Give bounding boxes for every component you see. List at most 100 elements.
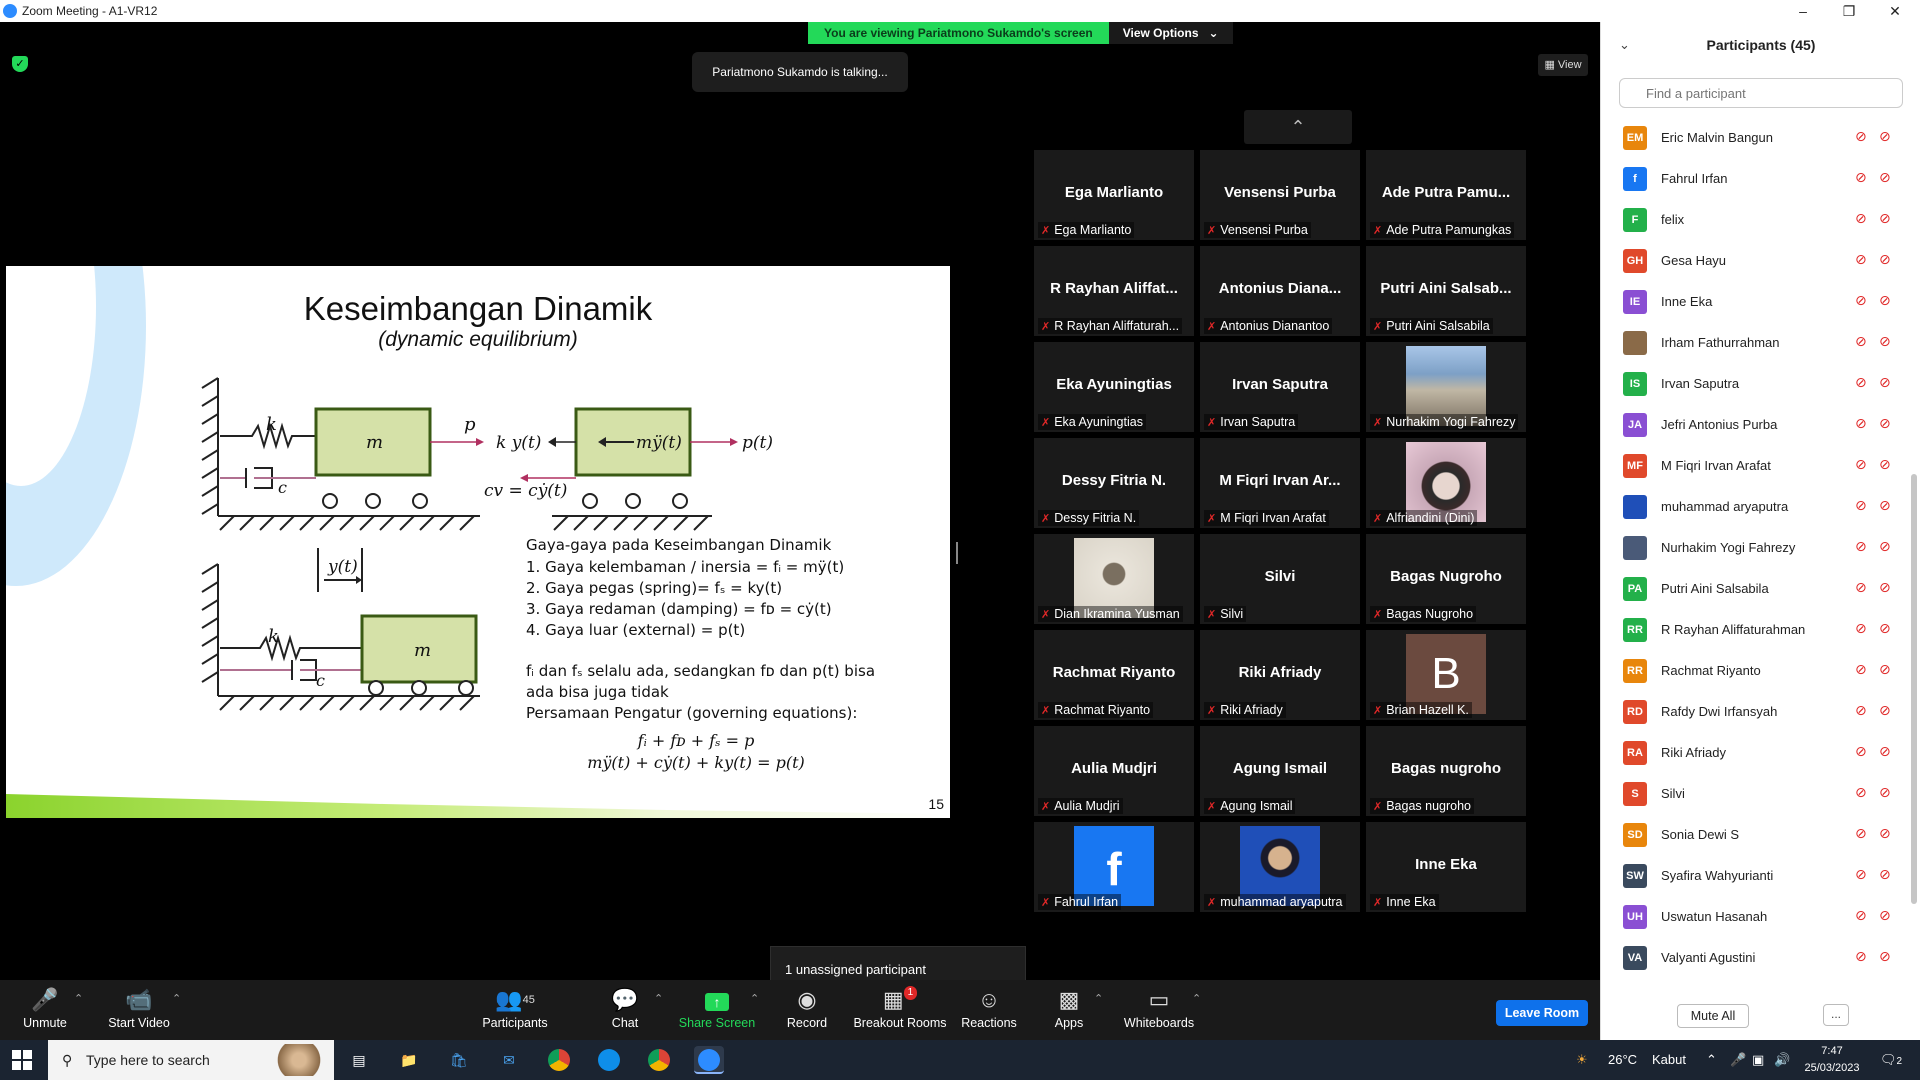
participant-row[interactable]: RA Riki Afriady ⊘ ⊘ [1601, 733, 1911, 774]
mic-muted-icon[interactable]: ⊘ [1855, 538, 1867, 555]
video-tile[interactable]: Bagas Nugroho ✗ Bagas Nugroho [1366, 534, 1526, 624]
breakout-rooms-button[interactable]: ▦ 1 Breakout Rooms [852, 986, 948, 1030]
video-tile[interactable]: ✗ muhammad aryaputra [1200, 822, 1360, 912]
video-tile[interactable]: Ade Putra Pamu... ✗ Ade Putra Pamungkas [1366, 150, 1526, 240]
mic-muted-icon[interactable]: ⊘ [1855, 497, 1867, 514]
participants-button[interactable]: 👥45 Participants [470, 986, 560, 1030]
participant-row[interactable]: GH Gesa Hayu ⊘ ⊘ [1601, 241, 1911, 282]
participant-row[interactable]: JA Jefri Antonius Purba ⊘ ⊘ [1601, 405, 1911, 446]
mic-muted-icon[interactable]: ⊘ [1855, 948, 1867, 965]
participant-row[interactable]: Irham Fathurrahman ⊘ ⊘ [1601, 323, 1911, 364]
file-explorer-icon[interactable]: 📁 [394, 1046, 424, 1074]
video-off-icon[interactable]: ⊘ [1879, 538, 1891, 555]
mic-muted-icon[interactable]: ⊘ [1855, 784, 1867, 801]
split-resize-handle[interactable] [956, 542, 958, 564]
scroll-up-button[interactable]: ⌃ [1244, 110, 1352, 144]
participant-row[interactable]: Nurhakim Yogi Fahrezy ⊘ ⊘ [1601, 528, 1911, 569]
view-button[interactable]: ▦ View [1538, 54, 1588, 76]
mic-muted-icon[interactable]: ⊘ [1855, 251, 1867, 268]
whiteboards-button[interactable]: ▭ Whiteboards [1114, 986, 1204, 1030]
video-off-icon[interactable]: ⊘ [1879, 825, 1891, 842]
video-off-icon[interactable]: ⊘ [1879, 128, 1891, 145]
teamviewer-icon[interactable] [594, 1046, 624, 1074]
video-tile[interactable]: Inne Eka ✗ Inne Eka [1366, 822, 1526, 912]
participant-row[interactable]: SD Sonia Dewi S ⊘ ⊘ [1601, 815, 1911, 856]
participant-row[interactable]: RD Rafdy Dwi Irfansyah ⊘ ⊘ [1601, 692, 1911, 733]
video-tile[interactable]: Putri Aini Salsab... ✗ Putri Aini Salsabil… [1366, 246, 1526, 336]
participant-row[interactable]: MF M Fiqri Irvan Arafat ⊘ ⊘ [1601, 446, 1911, 487]
mic-muted-icon[interactable]: ⊘ [1855, 374, 1867, 391]
video-off-icon[interactable]: ⊘ [1879, 456, 1891, 473]
video-off-icon[interactable]: ⊘ [1879, 579, 1891, 596]
video-off-icon[interactable]: ⊘ [1879, 866, 1891, 883]
participant-row[interactable]: Ffelix ⊘ ⊘ [1601, 200, 1911, 241]
video-tile[interactable]: Eka Ayuningtias ✗ Eka Ayuningtias [1034, 342, 1194, 432]
taskbar-clock[interactable]: 7:47 25/03/2023 [1800, 1043, 1864, 1077]
video-tile[interactable]: Rachmat Riyanto ✗ Rachmat Riyanto [1034, 630, 1194, 720]
whiteboards-options-caret[interactable]: ⌃ [1192, 992, 1201, 1005]
view-options-button[interactable]: View Options ⌄ [1108, 22, 1233, 44]
video-off-icon[interactable]: ⊘ [1879, 620, 1891, 637]
mic-muted-icon[interactable]: ⊘ [1855, 333, 1867, 350]
weather-description[interactable]: Kabut [1652, 1040, 1686, 1080]
participant-row[interactable]: IE Inne Eka ⊘ ⊘ [1601, 282, 1911, 323]
share-options-caret[interactable]: ⌃ [750, 992, 759, 1005]
video-tile[interactable]: Bagas nugroho ✗ Bagas nugroho [1366, 726, 1526, 816]
video-off-icon[interactable]: ⊘ [1879, 948, 1891, 965]
close-button[interactable]: ✕ [1872, 0, 1918, 22]
mic-muted-icon[interactable]: ⊘ [1855, 456, 1867, 473]
tray-overflow-chevron-icon[interactable]: ⌃ [1706, 1040, 1717, 1080]
mic-muted-icon[interactable]: ⊘ [1855, 169, 1867, 186]
apps-options-caret[interactable]: ⌃ [1094, 992, 1103, 1005]
video-off-icon[interactable]: ⊘ [1879, 702, 1891, 719]
encryption-shield-icon[interactable]: ✓ [12, 56, 28, 72]
participant-row[interactable]: S Silvi ⊘ ⊘ [1601, 774, 1911, 815]
participant-row[interactable]: PA Putri Aini Salsabila ⊘ ⊘ [1601, 569, 1911, 610]
mic-muted-icon[interactable]: ⊘ [1855, 825, 1867, 842]
participant-search-input[interactable] [1619, 78, 1903, 108]
video-off-icon[interactable]: ⊘ [1879, 497, 1891, 514]
mail-icon[interactable]: ✉ [494, 1046, 524, 1074]
participant-row[interactable]: RR R Rayhan Aliffaturahman ⊘ ⊘ [1601, 610, 1911, 651]
mute-all-button[interactable]: Mute All [1677, 1004, 1749, 1028]
video-tile[interactable]: Aulia Mudjri ✗ Aulia Mudjri [1034, 726, 1194, 816]
notification-center-icon[interactable]: 🗨2 [1880, 1040, 1902, 1080]
volume-icon[interactable]: 🔊 [1774, 1040, 1790, 1080]
video-off-icon[interactable]: ⊘ [1879, 907, 1891, 924]
microsoft-store-icon[interactable]: 🛍 [444, 1046, 474, 1074]
mic-muted-icon[interactable]: ⊘ [1855, 702, 1867, 719]
participant-list-scrollbar[interactable] [1911, 474, 1917, 904]
video-off-icon[interactable]: ⊘ [1879, 661, 1891, 678]
minimize-button[interactable]: – [1780, 0, 1826, 22]
task-view-icon[interactable]: ▤ [344, 1046, 374, 1074]
windows-start-icon[interactable] [12, 1050, 32, 1070]
participant-row[interactable]: RR Rachmat Riyanto ⊘ ⊘ [1601, 651, 1911, 692]
weather-temperature[interactable]: 26°C [1608, 1040, 1637, 1080]
video-off-icon[interactable]: ⊘ [1879, 292, 1891, 309]
chrome-profile-icon[interactable] [644, 1046, 674, 1074]
video-off-icon[interactable]: ⊘ [1879, 210, 1891, 227]
mic-muted-icon[interactable]: ⊘ [1855, 907, 1867, 924]
video-tile[interactable]: Agung Ismail ✗ Agung Ismail [1200, 726, 1360, 816]
video-off-icon[interactable]: ⊘ [1879, 333, 1891, 350]
video-off-icon[interactable]: ⊘ [1879, 169, 1891, 186]
video-tile[interactable]: Riki Afriady ✗ Riki Afriady [1200, 630, 1360, 720]
video-tile[interactable]: f ✗ Fahrul Irfan [1034, 822, 1194, 912]
video-off-icon[interactable]: ⊘ [1879, 784, 1891, 801]
share-screen-button[interactable]: ↑ Share Screen [672, 986, 762, 1030]
video-tile[interactable]: Antonius Diana... ✗ Antonius Dianantoo [1200, 246, 1360, 336]
participant-row[interactable]: f Fahrul Irfan ⊘ ⊘ [1601, 159, 1911, 200]
video-options-caret[interactable]: ⌃ [172, 992, 181, 1005]
video-tile[interactable]: Dessy Fitria N. ✗ Dessy Fitria N. [1034, 438, 1194, 528]
participant-row[interactable]: VA Valyanti Agustini ⊘ ⊘ [1601, 938, 1911, 979]
video-tile[interactable]: Vensensi Purba ✗ Vensensi Purba [1200, 150, 1360, 240]
video-off-icon[interactable]: ⊘ [1879, 743, 1891, 760]
participant-row[interactable]: UH Uswatun Hasanah ⊘ ⊘ [1601, 897, 1911, 938]
mic-muted-icon[interactable]: ⊘ [1855, 210, 1867, 227]
zoom-taskbar-icon[interactable] [694, 1046, 724, 1074]
mic-muted-icon[interactable]: ⊘ [1855, 415, 1867, 432]
record-button[interactable]: ◉ Record [762, 986, 852, 1030]
network-icon[interactable]: ▣ [1752, 1040, 1764, 1080]
leave-room-button[interactable]: Leave Room [1496, 1000, 1588, 1026]
video-tile[interactable]: ✗ Nurhakim Yogi Fahrezy [1366, 342, 1526, 432]
